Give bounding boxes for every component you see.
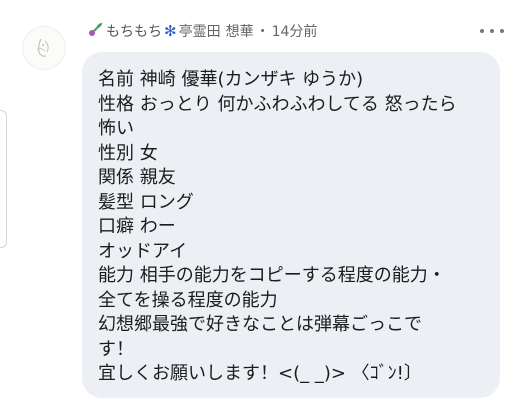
message-line: 全てを操る程度の能力 — [98, 289, 278, 311]
more-options-icon — [480, 29, 484, 33]
message-line: 宜しくお願いします！<(_ _)> 〈ｺﾞﾝ!〕 — [98, 363, 422, 384]
message-line: 怖い — [98, 118, 134, 139]
message-line: 能力 相手の能力をコピーする程度の能力・ — [98, 265, 446, 286]
message-line: 幻想郷最強で好きなことは弾幕ごっこで — [98, 314, 422, 335]
group-name[interactable]: 亭霊田 — [179, 21, 221, 41]
leaf-badge-icon — [88, 21, 104, 41]
message-line: 名前 神崎 優華(カンザキ ゆうか) — [98, 69, 364, 90]
post-time[interactable]: 14分前 — [272, 21, 318, 41]
message-line: 性格 おっとり 何かふわふわしてる 怒ったら — [98, 93, 457, 115]
member-name[interactable]: 想華 — [226, 21, 254, 41]
snowflake-icon: ✻ — [164, 22, 177, 40]
message-line: す！ — [98, 338, 134, 360]
adjacent-card-edge — [0, 110, 7, 248]
message-line: 性別 女 — [98, 142, 158, 164]
message-bubble: 名前 神崎 優華(カンザキ ゆうか) 性格 おっとり 何かふわふわしてる 怒った… — [82, 52, 500, 398]
author-name[interactable]: もちもち — [106, 21, 162, 41]
more-options-button[interactable] — [480, 22, 504, 40]
avatar-sketch-icon — [36, 38, 49, 57]
message-line: 口癖 わー — [98, 216, 176, 237]
message-line: 髪型 ロング — [98, 191, 194, 213]
separator: ・ — [255, 24, 270, 40]
message-line: オッドアイ — [98, 240, 188, 262]
message-line: 関係 親友 — [98, 167, 176, 188]
post-meta: もちもち ✻ 亭霊田 想華 ・ 14分前 — [88, 20, 317, 42]
avatar[interactable] — [22, 26, 66, 70]
